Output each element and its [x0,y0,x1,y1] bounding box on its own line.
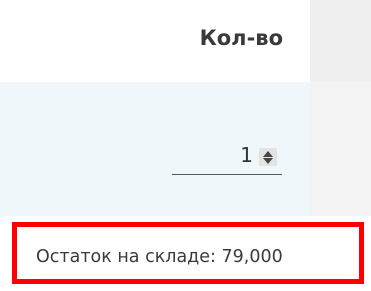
stock-notice-highlight: Остаток на складе: 79,000 [12,222,364,284]
quantity-stepper[interactable] [259,148,277,166]
stock-notice-text: Остаток на складе: 79,000 [36,247,283,267]
column-header-quantity: Кол-во [199,26,283,50]
blurred-column-header [310,0,371,82]
stepper-up-icon[interactable] [263,150,273,157]
blurred-column [310,0,371,216]
table-header: Кол-во [0,0,310,82]
order-table-fragment: 1 Кол-во Остаток на складе: 79,000 [0,0,371,291]
quantity-value[interactable]: 1 [240,143,253,167]
stepper-down-icon[interactable] [263,157,273,164]
quantity-input[interactable]: 1 [172,134,282,175]
